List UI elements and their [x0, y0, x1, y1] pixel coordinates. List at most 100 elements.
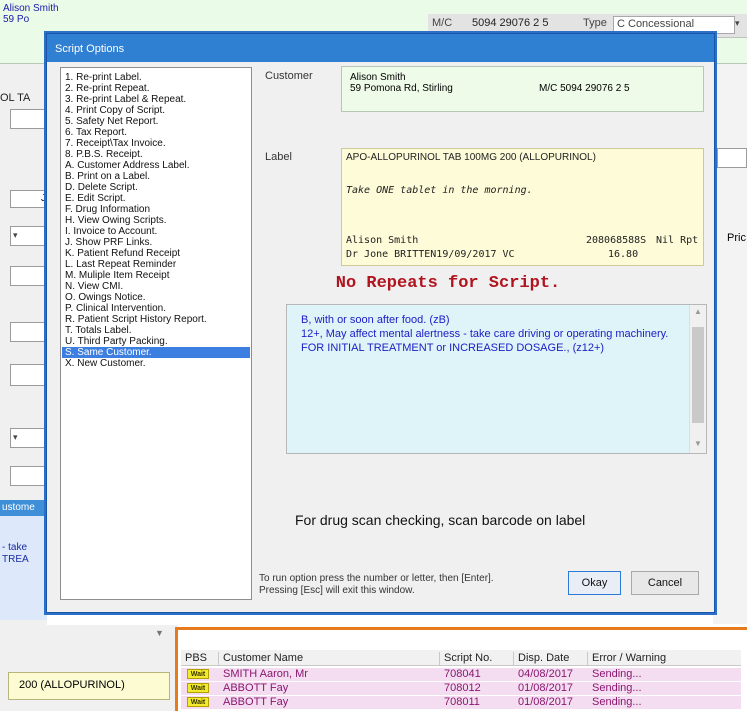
chevron-down-icon[interactable]: ▾: [735, 18, 740, 29]
footer-hint: To run option press the number or letter…: [259, 573, 494, 596]
option-invoice-to-account[interactable]: I. Invoice to Account.: [62, 226, 250, 237]
scan-instruction: For drug scan checking, scan barcode on …: [295, 512, 586, 528]
queue-row[interactable]: Wait ABBOTT Fay 708012 01/08/2017 Sendin…: [181, 682, 741, 695]
option-drug-information[interactable]: F. Drug Information: [62, 204, 250, 215]
background-right-strip: Pric: [713, 64, 747, 624]
right-field[interactable]: [717, 148, 747, 168]
option-tax-report[interactable]: 6. Tax Report.: [62, 127, 250, 138]
customer-name: Alison Smith: [350, 72, 406, 83]
customer-box: Alison Smith 59 Pomona Rd, Stirling M/C …: [341, 66, 704, 112]
option-reprint-label[interactable]: 1. Re-print Label.: [62, 72, 250, 83]
customer-label: Customer: [265, 70, 313, 82]
warnings-text: B, with or soon after food. (zB) 12+, Ma…: [301, 313, 686, 355]
background-patient-name: Alison Smith: [3, 3, 59, 14]
queue-customer-name: ABBOTT Fay: [223, 682, 289, 694]
chevron-down-icon: ▾: [13, 432, 18, 442]
warning-line: 12+, May affect mental alertness - take …: [301, 328, 669, 354]
option-delete-script[interactable]: D. Delete Script.: [62, 182, 250, 193]
queue-script-no: 708041: [444, 668, 481, 680]
column-header-disp-date[interactable]: Disp. Date: [513, 652, 569, 666]
warnings-scrollbar[interactable]: ▲ ▼: [689, 305, 706, 453]
option-pbs-receipt[interactable]: 8. P.B.S. Receipt.: [62, 149, 250, 160]
background-drug-field[interactable]: 200 (ALLOPURINOL): [8, 672, 170, 700]
left-field[interactable]: J: [10, 190, 47, 208]
column-header-error-warning[interactable]: Error / Warning: [587, 652, 666, 666]
column-header-script-no[interactable]: Script No.: [439, 652, 492, 666]
type-select-value: C Concessional: [617, 18, 695, 30]
mc-value: 5094 29076 2 5: [472, 17, 549, 29]
pbs-queue-table: PBS Customer Name Script No. Disp. Date …: [175, 627, 747, 711]
queue-disp-date: 01/08/2017: [518, 682, 574, 694]
queue-row[interactable]: Wait ABBOTT Fay 708011 01/08/2017 Sendin…: [181, 696, 741, 709]
option-third-party-packing[interactable]: U. Third Party Packing.: [62, 336, 250, 347]
left-field[interactable]: [10, 364, 47, 386]
column-header-customer-name[interactable]: Customer Name: [218, 652, 303, 666]
option-customer-address-label[interactable]: A. Customer Address Label.: [62, 160, 250, 171]
option-totals-label[interactable]: T. Totals Label.: [62, 325, 250, 336]
option-reprint-label-repeat[interactable]: 3. Re-print Label & Repeat.: [62, 94, 250, 105]
label-preview: APO-ALLOPURINOL TAB 100MG 200 (ALLOPURIN…: [341, 148, 704, 266]
label-repeats: Nil Rpt: [656, 235, 699, 246]
left-tab-label: OL TA: [0, 92, 31, 104]
right-price-header: Pric: [727, 232, 746, 244]
option-patient-script-history[interactable]: R. Patient Script History Report.: [62, 314, 250, 325]
option-new-customer[interactable]: X. New Customer.: [62, 358, 250, 369]
option-print-copy-script[interactable]: 4. Print Copy of Script.: [62, 105, 250, 116]
label-price: 16.80: [608, 249, 639, 260]
option-same-customer[interactable]: S. Same Customer.: [62, 347, 250, 358]
chevron-down-icon: ▾: [13, 230, 18, 240]
option-view-owing-scripts[interactable]: H. View Owing Scripts.: [62, 215, 250, 226]
scrollbar-thumb[interactable]: [692, 327, 704, 423]
background-customer-header: ustome: [0, 500, 47, 516]
label-directions: Take ONE tablet in the morning.: [346, 185, 533, 196]
okay-button[interactable]: Okay: [568, 571, 621, 595]
option-last-repeat-reminder[interactable]: L. Last Repeat Reminder: [62, 259, 250, 270]
queue-customer-name: SMITH Aaron, Mr: [223, 668, 308, 680]
mc-label: M/C: [432, 17, 453, 29]
background-customer-text: - take TREA: [2, 542, 29, 565]
option-print-on-label[interactable]: B. Print on a Label.: [62, 171, 250, 182]
queue-customer-name: ABBOTT Fay: [223, 696, 289, 708]
queue-script-no: 708011: [444, 696, 480, 708]
options-list[interactable]: 1. Re-print Label. 2. Re-print Repeat. 3…: [60, 67, 252, 600]
warning-line: B, with or soon after food. (zB): [301, 314, 450, 326]
option-reprint-repeat[interactable]: 2. Re-print Repeat.: [62, 83, 250, 94]
dialog-title-bar[interactable]: Script Options: [47, 34, 714, 62]
dialog-title: Script Options: [55, 43, 125, 55]
option-clinical-intervention[interactable]: P. Clinical Intervention.: [62, 303, 250, 314]
no-repeats-warning: No Repeats for Script.: [335, 274, 561, 293]
left-field[interactable]: [10, 266, 47, 286]
option-safety-net-report[interactable]: 5. Safety Net Report.: [62, 116, 250, 127]
option-receipt-tax-invoice[interactable]: 7. Receipt\Tax Invoice.: [62, 138, 250, 149]
left-field[interactable]: [10, 466, 47, 486]
scroll-up-icon[interactable]: ▲: [694, 307, 702, 316]
warnings-box: B, with or soon after food. (zB) 12+, Ma…: [286, 304, 707, 454]
wait-badge: Wait: [187, 697, 209, 707]
label-drug: APO-ALLOPURINOL TAB 100MG 200 (ALLOPURIN…: [346, 152, 596, 163]
wait-badge: Wait: [187, 669, 209, 679]
left-dropdown[interactable]: ▾: [10, 428, 47, 448]
queue-script-no: 708012: [444, 682, 481, 694]
column-header-pbs[interactable]: PBS: [181, 652, 207, 666]
queue-disp-date: 01/08/2017: [518, 696, 574, 708]
queue-row[interactable]: Wait SMITH Aaron, Mr 708041 04/08/2017 S…: [181, 668, 741, 681]
label-patient: Alison Smith: [346, 235, 419, 246]
scroll-down-icon[interactable]: ▼: [694, 439, 702, 448]
label-label: Label: [265, 151, 292, 163]
option-show-prf-links[interactable]: J. Show PRF Links.: [62, 237, 250, 248]
queue-disp-date: 04/08/2017: [518, 668, 574, 680]
type-select[interactable]: C Concessional: [613, 16, 735, 34]
type-label: Type: [583, 17, 607, 29]
cancel-button[interactable]: Cancel: [631, 571, 699, 595]
queue-status: Sending...: [592, 668, 642, 680]
left-field[interactable]: [10, 322, 47, 342]
option-edit-script[interactable]: E. Edit Script.: [62, 193, 250, 204]
left-field[interactable]: [10, 109, 47, 129]
left-dropdown[interactable]: ▾: [10, 226, 47, 246]
scroll-down-icon[interactable]: ▼: [155, 628, 164, 638]
wait-badge: Wait: [187, 683, 209, 693]
script-options-dialog: Script Options 1. Re-print Label. 2. Re-…: [46, 33, 715, 613]
option-patient-refund-receipt[interactable]: K. Patient Refund Receipt: [62, 248, 250, 259]
customer-address: 59 Pomona Rd, Stirling: [350, 83, 453, 94]
option-owings-notice[interactable]: O. Owings Notice.: [62, 292, 250, 303]
